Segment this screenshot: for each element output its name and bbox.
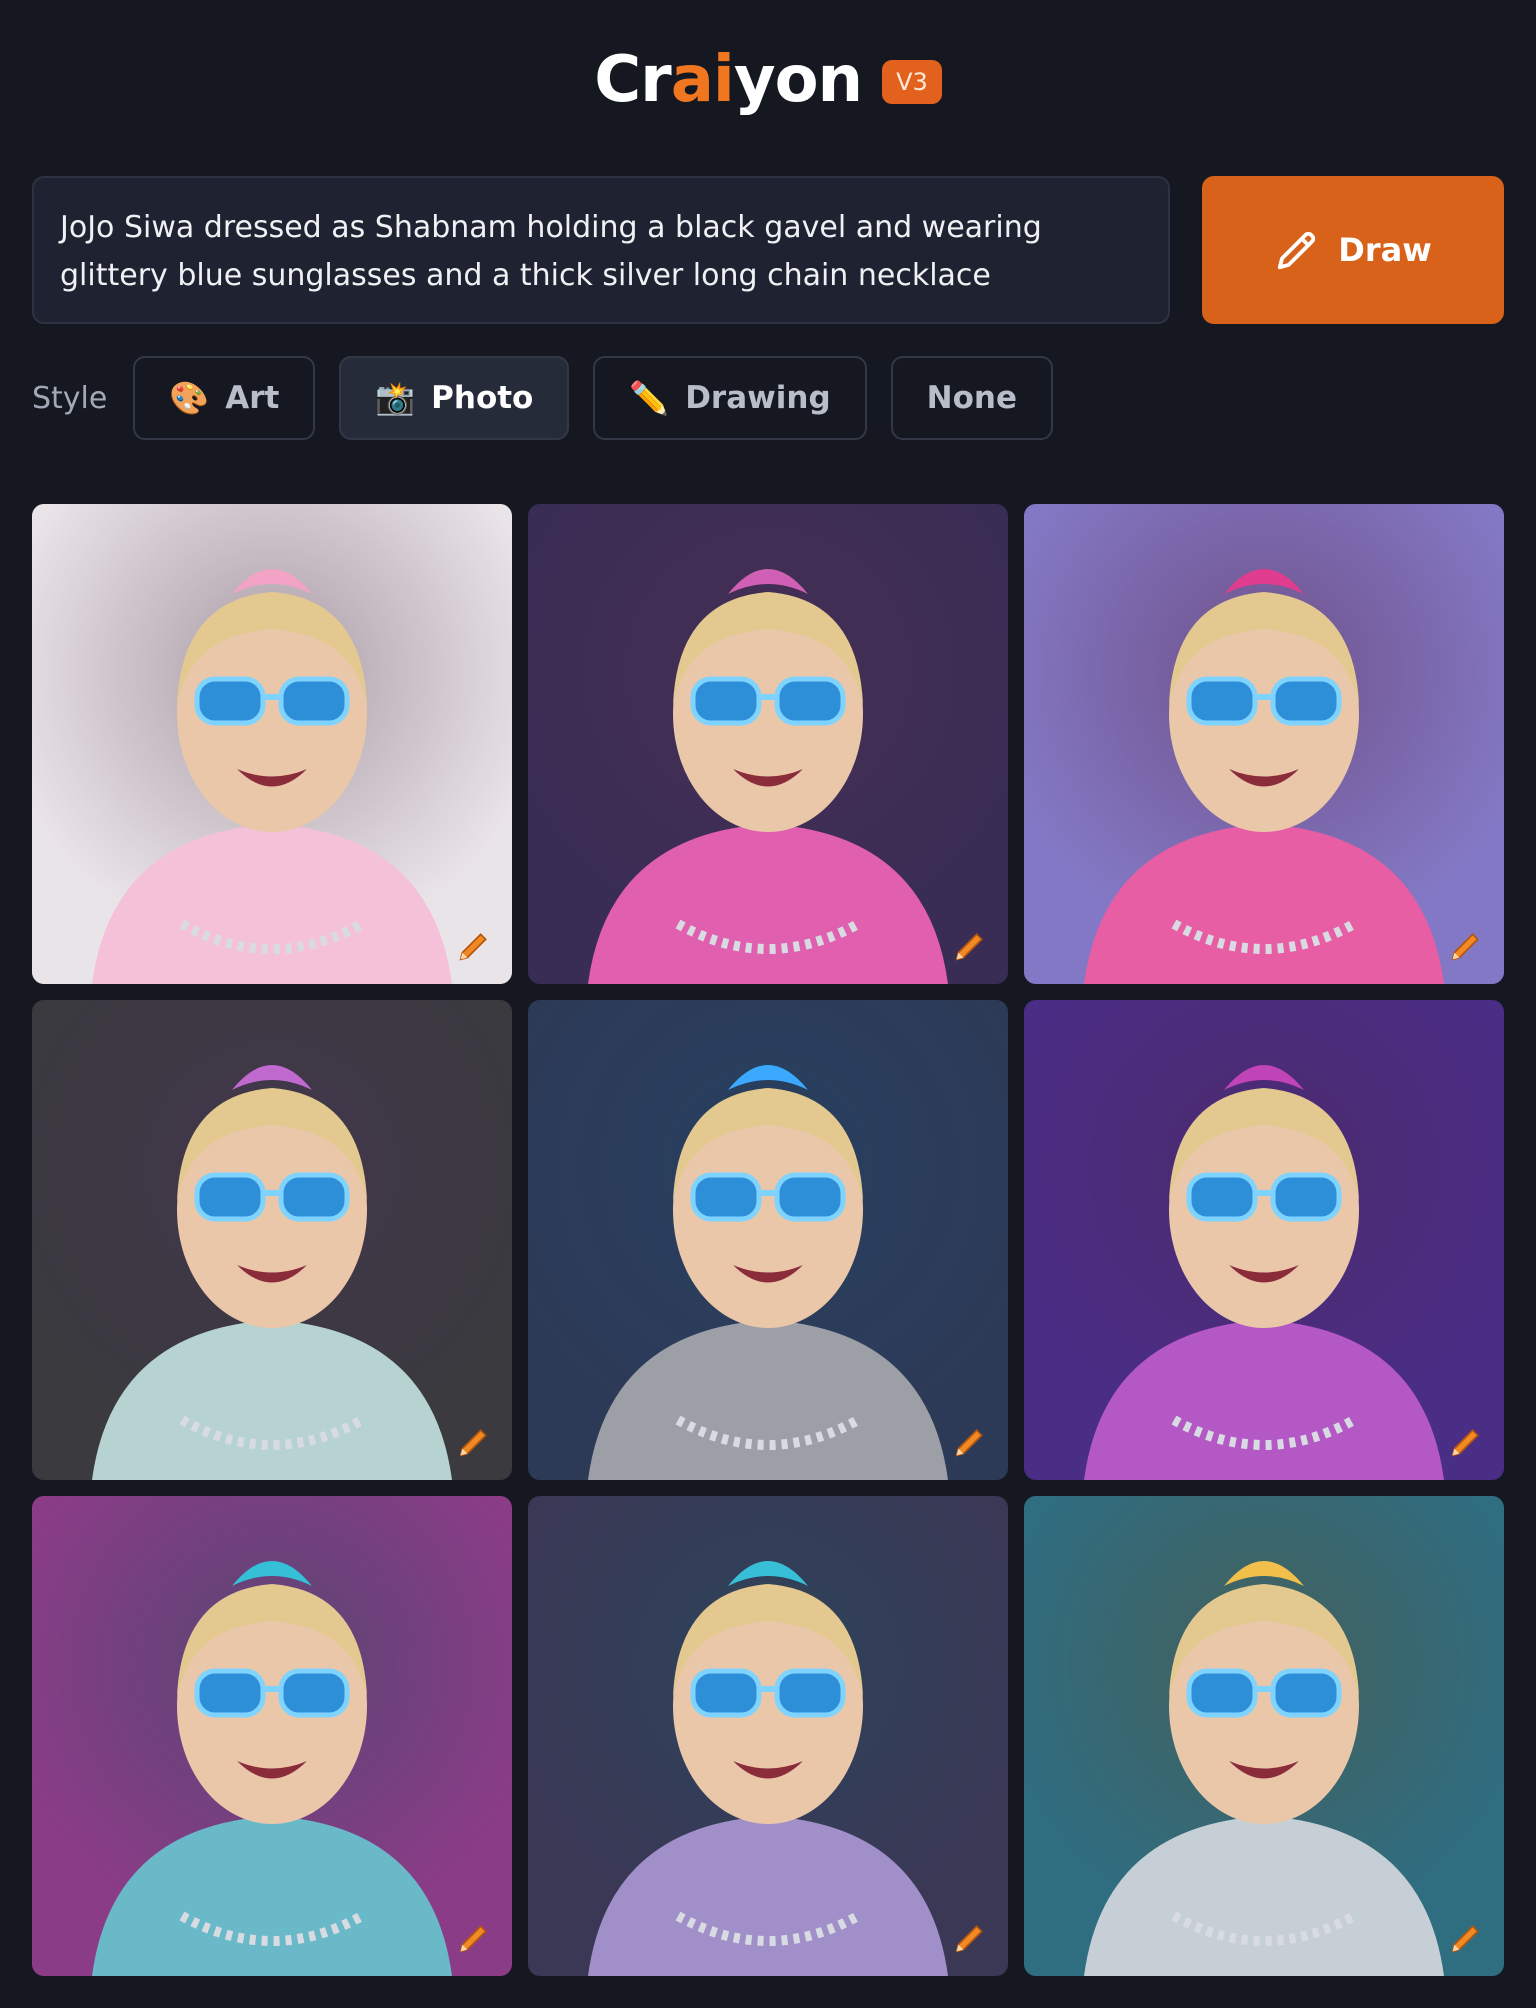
prompt-input[interactable]: JoJo Siwa dressed as Shabnam holding a b…: [32, 176, 1170, 324]
pencil-icon[interactable]: [950, 1422, 990, 1462]
pencil-icon[interactable]: [454, 926, 494, 966]
style-selector: Style 🎨 Art 📸 Photo ✏️ Drawing None: [32, 356, 1054, 440]
portrait-image: [32, 1000, 512, 1480]
style-option-photo[interactable]: 📸 Photo: [339, 356, 570, 440]
pencil-icon: [1278, 231, 1316, 270]
style-option-drawing[interactable]: ✏️ Drawing: [593, 356, 867, 440]
generated-image-8[interactable]: [528, 1496, 1008, 1976]
pencil-icon[interactable]: [950, 926, 990, 966]
generated-image-9[interactable]: [1024, 1496, 1504, 1976]
generated-image-6[interactable]: [1024, 1000, 1504, 1480]
portrait-image: [32, 504, 512, 984]
camera-flash-icon: 📸: [375, 379, 416, 417]
generated-image-3[interactable]: [1024, 504, 1504, 984]
portrait-image: [528, 1000, 1008, 1480]
pencil-icon[interactable]: [950, 1918, 990, 1958]
pencil-icon[interactable]: [1446, 1422, 1486, 1462]
logo-part-3: yon: [733, 43, 863, 117]
generated-image-1[interactable]: [32, 504, 512, 984]
portrait-image: [1024, 1496, 1504, 1976]
logo-part-1: Cr: [594, 43, 672, 117]
generated-image-2[interactable]: [528, 504, 1008, 984]
draw-label: Draw: [1338, 231, 1432, 269]
craiyon-logo[interactable]: Craiyon: [594, 43, 863, 117]
pencil-icon[interactable]: [1446, 926, 1486, 966]
generated-image-5[interactable]: [528, 1000, 1008, 1480]
style-option-none[interactable]: None: [890, 356, 1054, 440]
style-option-label: Drawing: [685, 380, 831, 416]
generated-image-7[interactable]: [32, 1496, 512, 1976]
portrait-image: [528, 1496, 1008, 1976]
pencil-icon[interactable]: [454, 1422, 494, 1462]
header: Craiyon V3: [0, 40, 1536, 120]
results-grid: [32, 504, 1504, 1976]
pencil-icon[interactable]: [1446, 1918, 1486, 1958]
portrait-image: [32, 1496, 512, 1976]
draw-button[interactable]: Draw: [1202, 176, 1504, 324]
portrait-image: [528, 504, 1008, 984]
style-label: Style: [32, 380, 108, 416]
generated-image-4[interactable]: [32, 1000, 512, 1480]
portrait-image: [1024, 1000, 1504, 1480]
style-option-art[interactable]: 🎨 Art: [133, 356, 316, 440]
style-option-label: None: [926, 380, 1018, 416]
portrait-image: [1024, 504, 1504, 984]
pencil-icon[interactable]: [454, 1918, 494, 1958]
pencil-emoji-icon: ✏️: [629, 379, 670, 417]
palette-icon: 🎨: [169, 379, 210, 417]
logo-part-2: ai: [670, 43, 735, 117]
style-option-label: Photo: [431, 380, 534, 416]
style-option-label: Art: [225, 380, 280, 416]
version-badge: V3: [882, 60, 942, 104]
